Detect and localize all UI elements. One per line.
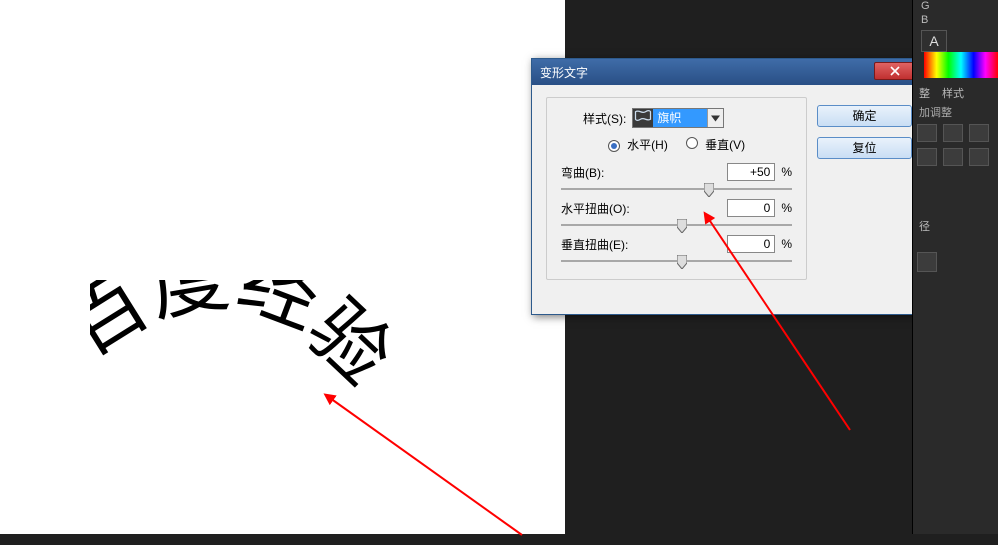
bend-label: 弯曲(B): — [561, 164, 604, 181]
bend-input[interactable]: +50 — [727, 163, 775, 181]
slider-thumb-icon[interactable] — [677, 255, 687, 269]
chevron-down-icon — [707, 109, 723, 127]
rgb-labels: G B — [921, 0, 930, 26]
radio-icon — [686, 137, 698, 149]
panel-tabs[interactable]: 整 样式 — [913, 82, 998, 102]
adjust-vibrance-icon[interactable] — [943, 148, 963, 166]
adjust-exposure-icon[interactable] — [917, 148, 937, 166]
radio-icon — [608, 140, 620, 152]
flag-icon — [633, 109, 653, 127]
style-selected: 旗帜 — [653, 109, 707, 127]
orientation-horizontal[interactable]: 水平(H) — [608, 136, 668, 153]
close-icon — [890, 66, 900, 76]
tab-styles[interactable]: 样式 — [936, 82, 970, 102]
annotation-arrow-icon — [700, 210, 860, 445]
bend-slider[interactable] — [561, 185, 792, 193]
tab-whole[interactable]: 整 — [913, 82, 936, 102]
reset-button[interactable]: 复位 — [817, 137, 912, 159]
hdistort-label: 水平扭曲(O): — [561, 200, 630, 217]
adjust-brightness-icon[interactable] — [917, 124, 937, 142]
canvas-text: 百度经验 — [90, 280, 409, 401]
style-label: 样式(S): — [583, 110, 626, 127]
adjustment-icons — [917, 124, 989, 166]
annotation-arrow-icon — [322, 390, 532, 545]
paths-label: 径 — [919, 218, 930, 234]
dialog-title: 变形文字 — [540, 64, 588, 81]
paths-icon[interactable] — [917, 252, 937, 272]
adjust-curves-icon[interactable] — [969, 124, 989, 142]
dialog-titlebar[interactable]: 变形文字 — [532, 59, 922, 85]
right-panels: G B A 整 样式 加调整 径 — [912, 0, 998, 534]
slider-thumb-icon[interactable] — [704, 183, 714, 197]
ok-button[interactable]: 确定 — [817, 105, 912, 127]
character-panel-icon[interactable]: A — [921, 30, 947, 52]
swatches-strip[interactable] — [924, 52, 998, 78]
vdistort-label: 垂直扭曲(E): — [561, 236, 628, 253]
add-adjustment-label: 加调整 — [919, 104, 952, 120]
slider-thumb-icon[interactable] — [677, 219, 687, 233]
style-combobox[interactable]: 旗帜 — [632, 108, 724, 128]
bend-unit: % — [781, 165, 792, 179]
close-button[interactable] — [874, 62, 916, 80]
bend-slider-row: 弯曲(B): +50 % — [561, 163, 792, 193]
orientation-vertical[interactable]: 垂直(V) — [686, 136, 745, 153]
svg-text:百度经验: 百度经验 — [90, 280, 409, 401]
adjust-hue-icon[interactable] — [969, 148, 989, 166]
adjust-levels-icon[interactable] — [943, 124, 963, 142]
